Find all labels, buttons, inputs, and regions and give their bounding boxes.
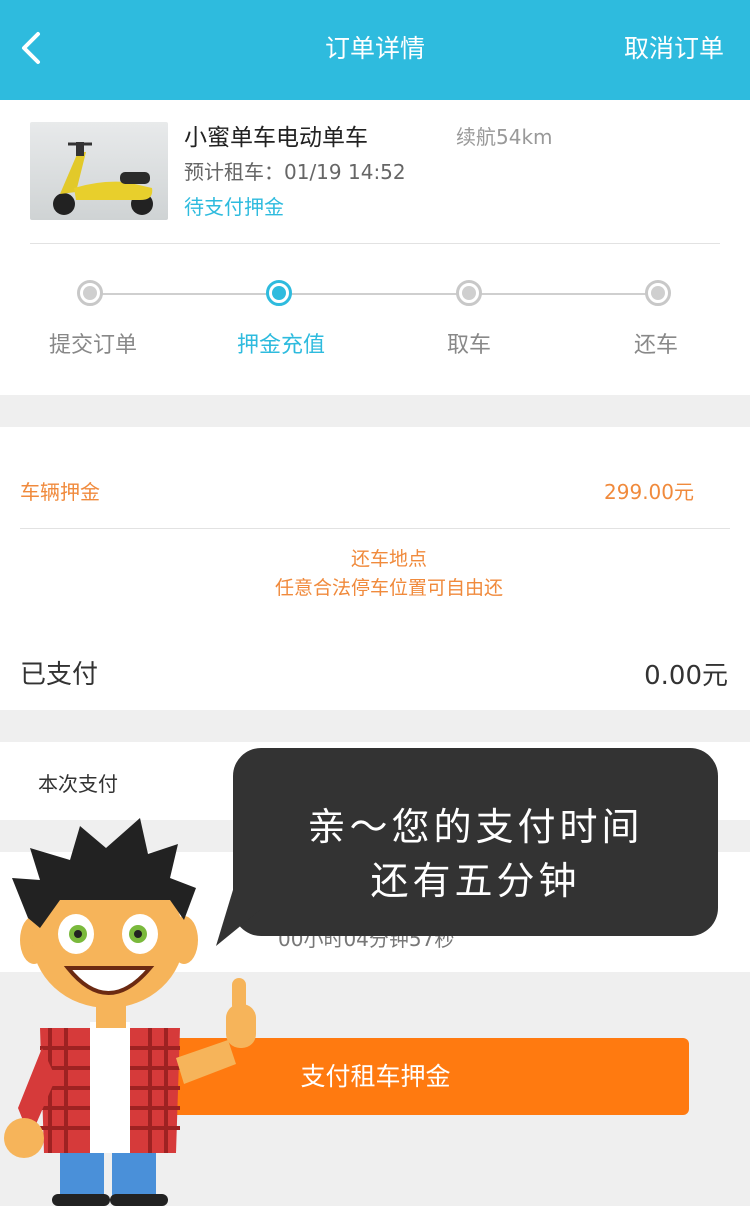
step-connector [90,293,280,295]
bike-image [30,122,168,220]
cancel-order-button[interactable]: 取消订单 [624,0,724,100]
current-payment-label: 本次支付 [38,772,118,796]
step-connector [470,293,658,295]
mascot-illustration [4,818,256,1206]
bubble-text-line2: 还有五分钟 [370,859,581,903]
step-dot-pickup [456,280,482,306]
step-connector [280,293,470,295]
divider [30,243,720,244]
step-label-pickup: 取车 [446,333,491,358]
step-label-submit: 提交订单 [48,333,137,358]
return-location-desc: 任意合法停车位置可自由还 [274,577,503,599]
step-label-return: 还车 [633,333,678,358]
return-location-title: 还车地点 [350,548,427,570]
paid-amount: 0.00元 [644,661,728,691]
bubble-text-line1: 亲～您的支付时间 [307,805,644,849]
step-label-deposit: 押金充值 [236,333,325,358]
rent-time: 预计租车：01/19 14:52 [184,160,406,184]
deposit-label: 车辆押金 [20,480,100,504]
bike-name: 小蜜单车电动单车 [184,125,368,151]
paid-label: 已支付 [20,660,99,690]
step-dot-deposit [266,280,292,306]
divider [20,528,730,529]
step-dot-submit [77,280,103,306]
order-status: 待支付押金 [184,195,284,219]
bike-range: 续航54km [456,125,553,149]
step-dot-return [645,280,671,306]
deposit-amount: 299.00元 [604,480,694,504]
